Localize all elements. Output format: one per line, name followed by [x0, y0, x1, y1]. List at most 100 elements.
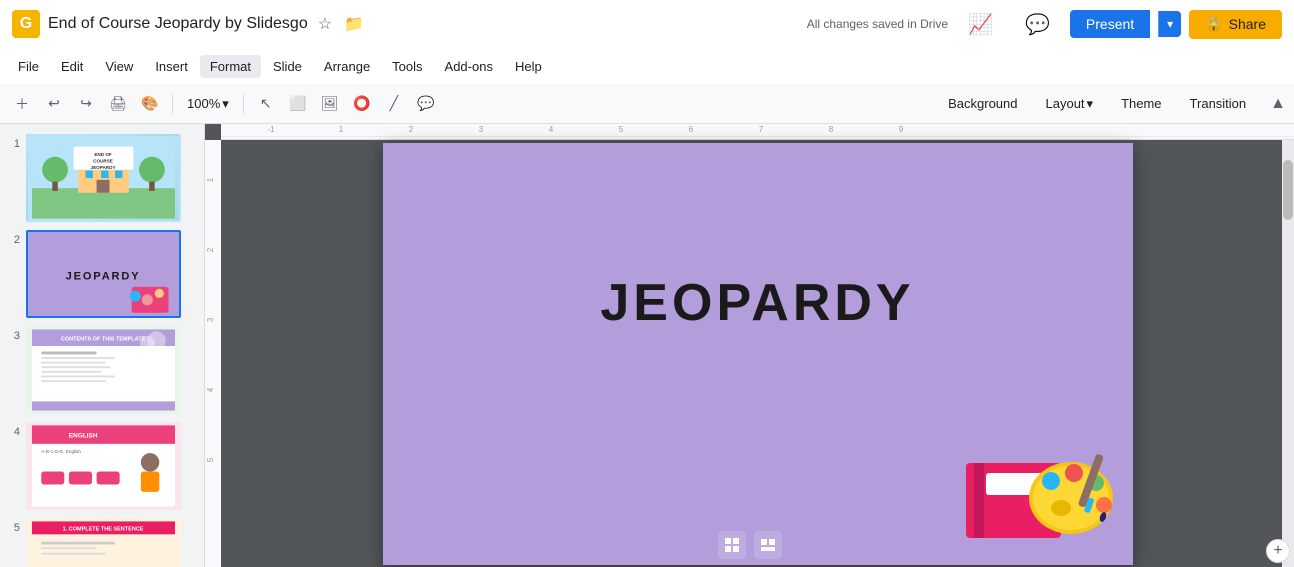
slide-item-1[interactable]: 1 — [4, 132, 200, 224]
menu-edit[interactable]: Edit — [51, 55, 93, 78]
doc-title: End of Course Jeopardy by Slidesgo — [48, 15, 308, 33]
slide-item-4[interactable]: 4 ENGLISH A-B-C-D-E. English — [4, 420, 200, 512]
slide-thumbnail-3: CONTENTS OF THIS TEMPLATE — [26, 326, 181, 414]
svg-text:3: 3 — [479, 125, 484, 134]
collapse-panel-button[interactable]: ▲ — [1270, 95, 1286, 113]
menu-insert[interactable]: Insert — [145, 55, 198, 78]
slide-item-3[interactable]: 3 CONTENTS OF THIS TEMPLATE — [4, 324, 200, 416]
background-button[interactable]: Background — [936, 92, 1029, 115]
present-dropdown-button[interactable]: ▾ — [1158, 11, 1181, 37]
slide-number-5: 5 — [6, 518, 20, 534]
svg-text:CONTENTS OF THIS TEMPLATE: CONTENTS OF THIS TEMPLATE — [61, 336, 146, 342]
share-button[interactable]: 🔒 Share — [1189, 10, 1282, 39]
transition-button[interactable]: Transition — [1178, 92, 1259, 115]
theme-button[interactable]: Theme — [1109, 92, 1173, 115]
slide3-svg: CONTENTS OF THIS TEMPLATE — [32, 326, 175, 414]
svg-text:COURSE: COURSE — [93, 158, 113, 163]
svg-text:4: 4 — [206, 387, 215, 392]
line-tool[interactable]: ╱ — [380, 90, 408, 118]
menu-view[interactable]: View — [95, 55, 143, 78]
menu-format[interactable]: Format — [200, 55, 261, 78]
star-icon[interactable]: ☆ — [316, 12, 334, 36]
svg-text:1: 1 — [206, 177, 215, 182]
ruler-h-svg: -1 1 2 3 4 5 6 7 8 9 — [221, 124, 1294, 137]
svg-text:2: 2 — [409, 125, 414, 134]
menu-bar: File Edit View Insert Format Slide Arran… — [0, 48, 1294, 84]
menu-addons[interactable]: Add-ons — [435, 55, 503, 78]
slide-item-5[interactable]: 5 1. COMPLETE THE SENTENCE — [4, 516, 200, 567]
grid-view-button[interactable] — [718, 531, 746, 559]
palette-decoration — [956, 443, 1121, 553]
slide-number-2: 2 — [6, 230, 20, 246]
lock-icon: 🔒 — [1205, 16, 1222, 33]
print-button[interactable]: 🖨 — [104, 90, 132, 118]
slide-thumbnail-5: 1. COMPLETE THE SENTENCE — [26, 518, 181, 567]
slide-tools: Background Layout ▾ Theme Transition ▲ — [936, 92, 1286, 116]
comment-icon: 💬 — [1025, 12, 1050, 37]
menu-help[interactable]: Help — [505, 55, 552, 78]
menu-file[interactable]: File — [8, 55, 49, 78]
shapes-tool[interactable]: ⭕ — [348, 90, 376, 118]
layout-button[interactable]: Layout ▾ — [1034, 92, 1106, 116]
menu-arrange[interactable]: Arrange — [314, 55, 380, 78]
svg-text:JEOPARDY: JEOPARDY — [66, 271, 141, 283]
image-tool[interactable]: 🖼 — [316, 90, 344, 118]
svg-text:9: 9 — [899, 125, 904, 134]
slide2-svg: JEOPARDY — [32, 230, 175, 318]
present-button[interactable]: Present — [1070, 10, 1150, 38]
svg-text:-1: -1 — [267, 125, 275, 134]
grid-icon — [724, 537, 740, 553]
menu-tools[interactable]: Tools — [382, 55, 432, 78]
svg-text:END OF: END OF — [94, 152, 112, 157]
select-tool[interactable]: ↖ — [252, 90, 280, 118]
svg-text:4: 4 — [549, 125, 554, 134]
ruler-v-svg: 1 2 3 4 5 — [205, 140, 221, 567]
undo-button[interactable]: ↩ — [40, 90, 68, 118]
svg-text:JEOPARDY: JEOPARDY — [91, 165, 116, 170]
add-slide-button[interactable]: + — [1266, 539, 1290, 563]
bottom-view-controls — [718, 531, 782, 559]
app-logo: G — [12, 10, 40, 38]
slide-thumbnail-4: ENGLISH A-B-C-D-E. English — [26, 422, 181, 510]
autosave-text: All changes saved in Drive — [807, 17, 948, 31]
slide-item-2[interactable]: 2 JEOPARDY — [4, 228, 200, 320]
slide-canvas: JEOPARDY — [383, 143, 1133, 565]
svg-text:3: 3 — [206, 317, 215, 322]
list-icon — [760, 537, 776, 553]
svg-text:6: 6 — [689, 125, 694, 134]
paint-format-button[interactable]: 🎨 — [136, 90, 164, 118]
canvas-area: -1 1 2 3 4 5 6 7 8 9 1 2 3 4 5 — [205, 124, 1294, 567]
svg-text:7: 7 — [759, 125, 764, 134]
svg-text:ENGLISH: ENGLISH — [69, 432, 98, 439]
comment-tool[interactable]: 💬 — [412, 90, 440, 118]
zoom-arrow: ▾ — [222, 96, 229, 112]
slide-number-1: 1 — [6, 134, 20, 150]
text-box-tool[interactable]: ⬜ — [284, 90, 312, 118]
slide4-svg: ENGLISH A-B-C-D-E. English — [32, 422, 175, 510]
palette-svg — [956, 443, 1121, 553]
separator-2 — [243, 94, 244, 114]
horizontal-ruler: -1 1 2 3 4 5 6 7 8 9 — [221, 124, 1294, 140]
vertical-scrollbar[interactable] — [1282, 140, 1294, 567]
slide-panel: 1 — [0, 124, 205, 567]
svg-text:A-B-C-D-E. English: A-B-C-D-E. English — [41, 449, 81, 454]
slide-thumbnail-2: JEOPARDY — [26, 230, 181, 318]
comment-button[interactable]: 💬 — [1013, 6, 1062, 43]
activity-button[interactable]: 📈 — [956, 6, 1005, 43]
zoom-control[interactable]: 100% ▾ — [181, 94, 235, 114]
slide-number-3: 3 — [6, 326, 20, 342]
main-area: 1 — [0, 124, 1294, 567]
menu-slide[interactable]: Slide — [263, 55, 312, 78]
svg-text:1. COMPLETE THE SENTENCE: 1. COMPLETE THE SENTENCE — [63, 527, 144, 533]
svg-text:2: 2 — [206, 247, 215, 252]
slide-thumbnail-1: END OF COURSE JEOPARDY — [26, 134, 181, 222]
folder-icon[interactable]: 📁 — [342, 12, 366, 36]
svg-text:8: 8 — [829, 125, 834, 134]
redo-button[interactable]: ↪ — [72, 90, 100, 118]
svg-text:5: 5 — [206, 457, 215, 462]
list-view-button[interactable] — [754, 531, 782, 559]
slide5-svg: 1. COMPLETE THE SENTENCE — [32, 518, 175, 567]
title-bar: G End of Course Jeopardy by Slidesgo ☆ 📁… — [0, 0, 1294, 48]
svg-text:5: 5 — [619, 125, 624, 134]
add-button[interactable]: ＋ — [8, 90, 36, 118]
